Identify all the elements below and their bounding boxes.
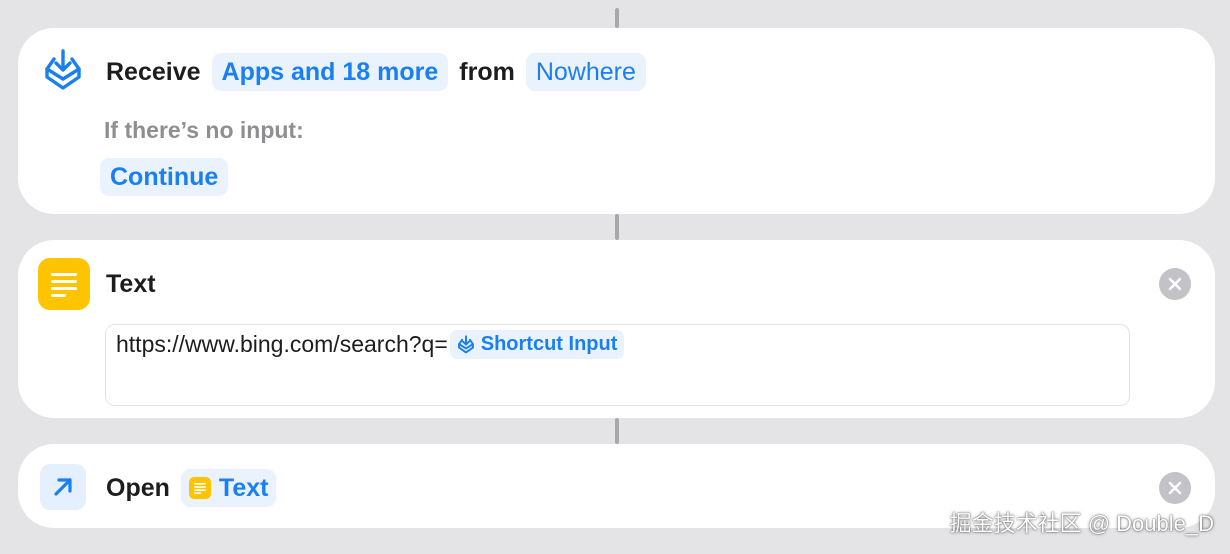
text-action-card[interactable]: Text https://www.bing.com/search?q= Shor…: [18, 240, 1215, 418]
remove-text-action-button[interactable]: [1159, 268, 1191, 300]
no-input-label: If there’s no input:: [104, 116, 304, 143]
close-icon: [1168, 277, 1182, 291]
text-input-field[interactable]: https://www.bing.com/search?q= Shortcut …: [105, 324, 1130, 406]
connector-text-open: [615, 418, 619, 444]
input-source-token[interactable]: Nowhere: [525, 53, 646, 91]
connector-top: [615, 8, 619, 28]
text-action-title: Text: [106, 269, 156, 298]
shortcut-input-label: Shortcut Input: [480, 333, 618, 355]
watermark: 掘金技术社区 @ Double_D: [949, 511, 1214, 536]
download-tray-icon: [42, 48, 84, 94]
open-target-token[interactable]: Text: [180, 469, 277, 507]
shortcut-input-variable[interactable]: Shortcut Input: [449, 330, 625, 359]
open-verb: Open: [106, 473, 170, 502]
no-input-behavior-token[interactable]: Continue: [100, 158, 229, 196]
receive-verb: Receive: [106, 57, 201, 86]
open-target-label: Text: [218, 474, 269, 502]
shortcut-input-icon: [457, 334, 474, 353]
arrow-up-right-icon: [40, 464, 86, 510]
input-types-token[interactable]: Apps and 18 more: [211, 53, 449, 91]
url-text: https://www.bing.com/search?q=: [116, 331, 448, 357]
text-variable-icon: [188, 477, 211, 499]
remove-open-action-button[interactable]: [1159, 472, 1191, 504]
text-lines-icon: [38, 258, 90, 310]
close-icon: [1168, 481, 1182, 495]
receive-action-card[interactable]: Receive Apps and 18 more from Nowhere If…: [18, 28, 1215, 214]
from-word: from: [459, 57, 515, 86]
connector-receive-text: [615, 214, 619, 240]
